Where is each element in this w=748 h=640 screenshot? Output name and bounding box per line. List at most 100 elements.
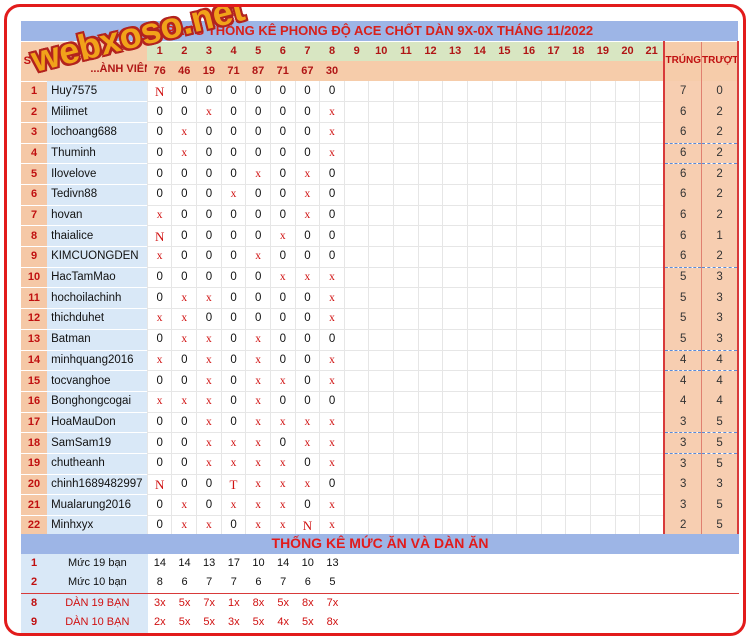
summary-stt: 9 bbox=[21, 613, 48, 633]
table-row: 17 HoaMauDon 0 0 x 0 x x x x 3 5 bbox=[21, 412, 740, 434]
member-name: hovan bbox=[47, 205, 148, 227]
summary-value bbox=[591, 613, 616, 633]
mark-cell bbox=[639, 246, 665, 268]
table-row: 7 hovan x 0 0 0 0 0 x 0 6 2 bbox=[21, 205, 740, 227]
summary-label: DÀN 10 BẠN bbox=[47, 613, 148, 633]
mark-cell bbox=[417, 246, 443, 268]
mark-cell bbox=[639, 143, 665, 165]
mark-cell: 0 bbox=[294, 350, 320, 372]
mark-cell bbox=[368, 412, 394, 434]
day-header: 19 bbox=[590, 41, 616, 62]
row-stt: 4 bbox=[21, 143, 48, 165]
mark-cell bbox=[540, 184, 566, 206]
mark-cell: x bbox=[269, 494, 296, 516]
mark-cell bbox=[343, 267, 369, 289]
mark-cell bbox=[368, 225, 394, 248]
mark-cell: 0 bbox=[220, 287, 246, 310]
row-stt: 2 bbox=[21, 101, 48, 123]
mark-cell bbox=[590, 287, 616, 310]
summary-value bbox=[542, 613, 567, 633]
table-row: 10 HacTamMao 0 0 0 0 0 x x x 5 3 bbox=[21, 267, 740, 289]
summary-value: 10 bbox=[252, 556, 265, 569]
summary-value bbox=[567, 573, 592, 593]
mark-cell bbox=[491, 432, 517, 454]
mark-cell: 0 bbox=[319, 81, 345, 103]
summary-row: 2 Mức 10 bạn 8 6 7 7 6 7 6 5 bbox=[21, 573, 739, 593]
table-row: 2 Milimet 0 0 x 0 0 0 0 x 6 2 bbox=[21, 101, 740, 123]
mark-cell: 0 bbox=[269, 246, 296, 268]
mark-cell bbox=[417, 101, 443, 123]
table-row: 21 Mualarung2016 0 x 0 x x x 0 x 3 5 bbox=[21, 494, 740, 516]
mark-cell bbox=[343, 81, 369, 103]
mark-cell: 0 bbox=[171, 163, 197, 185]
mark-cell: x bbox=[319, 101, 345, 123]
row-stt: 10 bbox=[21, 267, 48, 289]
mark-cell bbox=[540, 225, 566, 248]
mark-cell bbox=[442, 329, 468, 351]
mark-cell bbox=[393, 412, 419, 434]
result-number bbox=[590, 61, 616, 82]
mark-cell bbox=[614, 474, 640, 496]
summary-value bbox=[419, 573, 444, 593]
result-number: 76 bbox=[147, 61, 172, 82]
mark-cell bbox=[614, 205, 640, 227]
mark-cell bbox=[417, 308, 443, 330]
mark-cell bbox=[516, 122, 542, 144]
mark-cell: 0 bbox=[319, 329, 345, 351]
trung-count: 3 bbox=[663, 474, 702, 495]
mark-cell bbox=[343, 205, 369, 227]
mark-cell: 0 bbox=[196, 246, 222, 268]
table-row: 16 Bonghongcogai x x x 0 x 0 0 0 4 4 bbox=[21, 391, 740, 413]
mark-cell: x bbox=[269, 453, 296, 475]
mark-cell bbox=[343, 246, 369, 268]
mark-cell bbox=[565, 453, 591, 475]
mark-cell bbox=[565, 101, 591, 123]
mark-cell bbox=[417, 432, 443, 454]
mark-cell: 0 bbox=[220, 412, 246, 434]
result-number bbox=[467, 61, 493, 82]
mark-cell: x bbox=[245, 370, 271, 392]
mark-cell bbox=[639, 163, 665, 185]
mark-cell bbox=[590, 246, 616, 268]
mark-cell: 0 bbox=[171, 205, 197, 227]
mark-cell bbox=[417, 81, 443, 103]
summary-value: 8x bbox=[246, 592, 271, 613]
trung-count: 6 bbox=[663, 122, 702, 144]
mark-cell bbox=[466, 246, 493, 268]
mark-cell: 0 bbox=[294, 287, 320, 310]
mark-cell: 0 bbox=[245, 267, 271, 289]
summary-value: 7 bbox=[206, 576, 213, 589]
mark-cell: 0 bbox=[294, 225, 320, 248]
summary-value bbox=[542, 573, 567, 593]
mark-cell bbox=[639, 474, 665, 496]
mark-cell bbox=[565, 370, 591, 392]
row-stt: 9 bbox=[21, 246, 48, 268]
mark-cell bbox=[442, 370, 468, 392]
day-header: 8 bbox=[319, 41, 345, 62]
summary-value bbox=[345, 573, 370, 593]
truot-count: 2 bbox=[701, 184, 740, 206]
mark-cell bbox=[442, 453, 468, 475]
mark-cell bbox=[343, 184, 369, 206]
summary-value: 7 bbox=[230, 576, 237, 589]
mark-cell: x bbox=[196, 370, 222, 392]
mark-cell: 0 bbox=[196, 184, 222, 206]
mark-cell bbox=[368, 81, 394, 103]
table-row: 9 KIMCUONGDEN x 0 0 0 x 0 0 0 6 2 bbox=[21, 246, 740, 268]
day-header: 20 bbox=[615, 41, 640, 62]
mark-cell bbox=[590, 225, 616, 248]
mark-cell: 0 bbox=[220, 267, 246, 289]
mark-cell bbox=[466, 143, 493, 165]
mark-cell bbox=[368, 163, 394, 185]
table-row: 3 lochoang688 0 x 0 0 0 0 0 x 6 2 bbox=[21, 122, 740, 144]
mark-cell: x bbox=[146, 205, 172, 227]
summary-value: 14 bbox=[277, 556, 290, 569]
mark-cell bbox=[343, 432, 369, 454]
mark-cell: x bbox=[245, 391, 271, 413]
summary-value bbox=[443, 554, 468, 574]
mark-cell bbox=[639, 267, 665, 289]
mark-cell bbox=[614, 350, 640, 372]
mark-cell bbox=[516, 246, 542, 268]
summary-value bbox=[369, 573, 394, 593]
mark-cell bbox=[516, 350, 542, 372]
